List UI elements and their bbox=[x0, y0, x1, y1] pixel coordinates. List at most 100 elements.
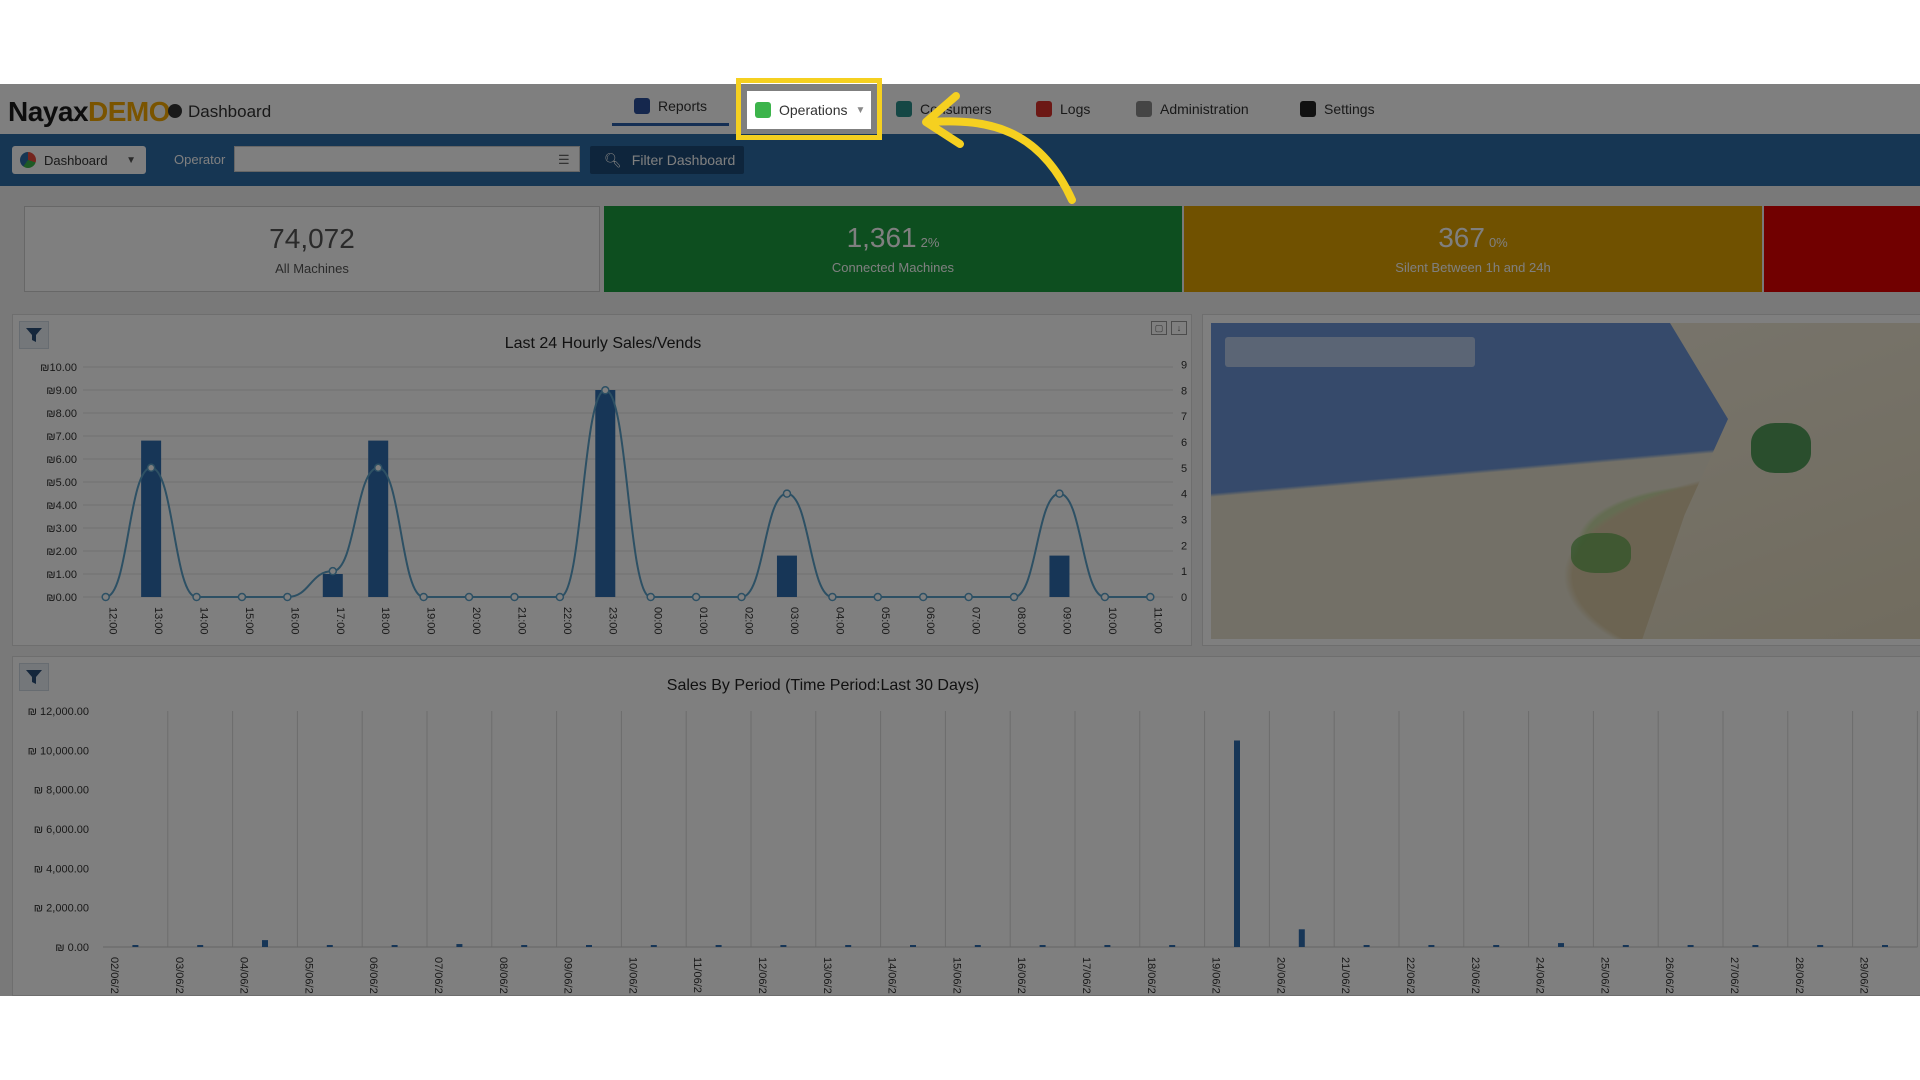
x-tick-label: 04:00 bbox=[833, 607, 845, 635]
y-tick-label: ₪ 0.00 bbox=[55, 942, 89, 954]
stat-value: 367 bbox=[1438, 222, 1485, 253]
x-tick-label: 00:00 bbox=[652, 607, 664, 635]
y2-tick-label: 7 bbox=[1181, 411, 1187, 423]
logo-main: Nayax bbox=[8, 96, 89, 127]
bar bbox=[650, 945, 657, 947]
filter-dashboard-button[interactable]: 🔍︎ Filter Dashboard bbox=[590, 146, 744, 174]
tab-consumers[interactable]: Consumers bbox=[896, 92, 992, 126]
tab-operations-highlighted[interactable]: Operations ▼ bbox=[747, 91, 871, 129]
pie-chart-icon bbox=[20, 152, 36, 168]
tab-settings-label: Settings bbox=[1324, 101, 1375, 117]
x-tick-label: 03:00 bbox=[788, 607, 800, 635]
y-tick-label: ₪7.00 bbox=[46, 431, 77, 443]
y-tick-label: ₪9.00 bbox=[46, 385, 77, 397]
stat-cards: 74,072 All Machines 1,361 2% Connected Ma… bbox=[12, 206, 1920, 294]
y2-tick-label: 2 bbox=[1181, 540, 1187, 552]
tab-operations-label: Operations bbox=[779, 102, 848, 118]
stat-connected-machines[interactable]: 1,361 2% Connected Machines bbox=[604, 206, 1182, 292]
y2-tick-label: 8 bbox=[1181, 385, 1187, 397]
y-tick-label: ₪5.00 bbox=[46, 477, 77, 489]
x-tick-label: 09/06/2 bbox=[562, 957, 574, 994]
x-tick-label: 13:00 bbox=[152, 607, 164, 635]
data-point bbox=[192, 592, 201, 602]
bar bbox=[1234, 740, 1240, 947]
y2-tick-label: 5 bbox=[1181, 463, 1187, 475]
y-tick-label: ₪1.00 bbox=[46, 569, 77, 581]
app-window: NayaxDEMO Dashboard Reports Operations▼ … bbox=[0, 84, 1920, 996]
series-line bbox=[105, 389, 1151, 598]
x-tick-label: 15:00 bbox=[243, 607, 255, 635]
search-icon: 🔍︎ bbox=[604, 151, 622, 168]
bar bbox=[1687, 945, 1694, 947]
stat-all-machines[interactable]: 74,072 All Machines bbox=[24, 206, 600, 292]
y-tick-label: ₪4.00 bbox=[46, 500, 77, 512]
bar bbox=[197, 945, 204, 947]
data-point bbox=[828, 592, 837, 602]
filter-toolbar: Dashboard ▼ Operator ☰ 🔍︎ Filter Dashboard bbox=[0, 134, 1920, 186]
operator-input[interactable] bbox=[234, 146, 580, 172]
x-tick-label: 03/06/2 bbox=[173, 957, 185, 994]
bar bbox=[595, 390, 616, 597]
x-tick-label: 23/06/2 bbox=[1469, 957, 1481, 994]
tab-settings[interactable]: Settings bbox=[1300, 92, 1375, 126]
data-point bbox=[510, 592, 519, 602]
x-tick-label: 11/06/2 bbox=[691, 957, 703, 993]
tab-administration[interactable]: Administration bbox=[1136, 92, 1249, 126]
dashboard-dropdown[interactable]: Dashboard ▼ bbox=[12, 146, 146, 174]
x-tick-label: 14:00 bbox=[198, 607, 210, 635]
data-point bbox=[1009, 592, 1019, 602]
bar bbox=[456, 944, 463, 947]
bar bbox=[1493, 945, 1500, 947]
breadcrumb: Dashboard bbox=[188, 102, 272, 121]
y-tick-label: ₪10.00 bbox=[40, 362, 77, 374]
bar bbox=[845, 945, 852, 947]
list-icon[interactable]: ☰ bbox=[558, 152, 570, 168]
x-tick-label: 15/06/2 bbox=[950, 957, 962, 994]
x-tick-label: 10/06/2 bbox=[626, 957, 638, 994]
bar bbox=[715, 945, 722, 947]
tab-logs[interactable]: Logs bbox=[1036, 92, 1090, 126]
operations-highlight[interactable]: Operations ▼ bbox=[736, 78, 882, 140]
nayax-logo[interactable]: NayaxDEMO bbox=[8, 96, 171, 128]
x-tick-label: 06:00 bbox=[924, 607, 936, 635]
breadcrumb-dot-icon bbox=[168, 104, 182, 118]
x-tick-label: 17/06/2 bbox=[1080, 957, 1092, 994]
map-controls[interactable] bbox=[1225, 337, 1475, 367]
stat-silent-machines[interactable]: 367 0% Silent Between 1h and 24h bbox=[1184, 206, 1762, 292]
data-point bbox=[646, 592, 655, 602]
x-tick-label: 02:00 bbox=[743, 607, 755, 635]
y2-tick-label: 6 bbox=[1181, 437, 1187, 449]
tab-reports-label: Reports bbox=[658, 97, 708, 114]
chevron-down-icon: ▼ bbox=[126, 154, 136, 166]
y-tick-label: ₪ 2,000.00 bbox=[34, 903, 89, 915]
data-point bbox=[601, 386, 610, 395]
bar bbox=[521, 945, 528, 947]
y-tick-label: ₪3.00 bbox=[46, 523, 77, 535]
x-tick-label: 04/06/2 bbox=[238, 957, 250, 994]
y2-tick-label: 3 bbox=[1181, 514, 1187, 526]
tab-reports[interactable]: Reports bbox=[612, 92, 730, 126]
bar bbox=[910, 945, 916, 947]
bar bbox=[776, 555, 797, 597]
x-tick-label: 12/06/2 bbox=[756, 957, 768, 994]
bar bbox=[780, 945, 787, 947]
machine-map[interactable] bbox=[1211, 323, 1920, 639]
tab-logs-label: Logs bbox=[1060, 101, 1091, 117]
operator-label: Operator bbox=[174, 152, 226, 167]
y-tick-label: ₪0.00 bbox=[46, 592, 77, 604]
hourly-sales-panel: Last 24 Hourly Sales/Vends ▢ ↓ ₪0.00 ₪1.00… bbox=[12, 314, 1192, 646]
bar bbox=[1428, 945, 1435, 947]
administration-icon bbox=[1136, 101, 1152, 117]
bar bbox=[1049, 555, 1070, 597]
y-tick-label: ₪ 10,000.00 bbox=[28, 745, 89, 757]
x-tick-label: 21/06/2 bbox=[1339, 957, 1351, 994]
y-tick-label: ₪ 6,000.00 bbox=[34, 824, 89, 836]
stat-offline-machines[interactable] bbox=[1764, 206, 1920, 292]
y2-tick-label: 0 bbox=[1181, 592, 1187, 604]
bar bbox=[1104, 945, 1111, 947]
chevron-down-icon: ▼ bbox=[855, 104, 866, 116]
y2-tick-label: 4 bbox=[1181, 489, 1187, 501]
x-tick-label: 23:00 bbox=[606, 607, 618, 635]
stat-label: Silent Between 1h and 24h bbox=[1395, 260, 1551, 275]
x-tick-label: 22:00 bbox=[561, 607, 573, 635]
